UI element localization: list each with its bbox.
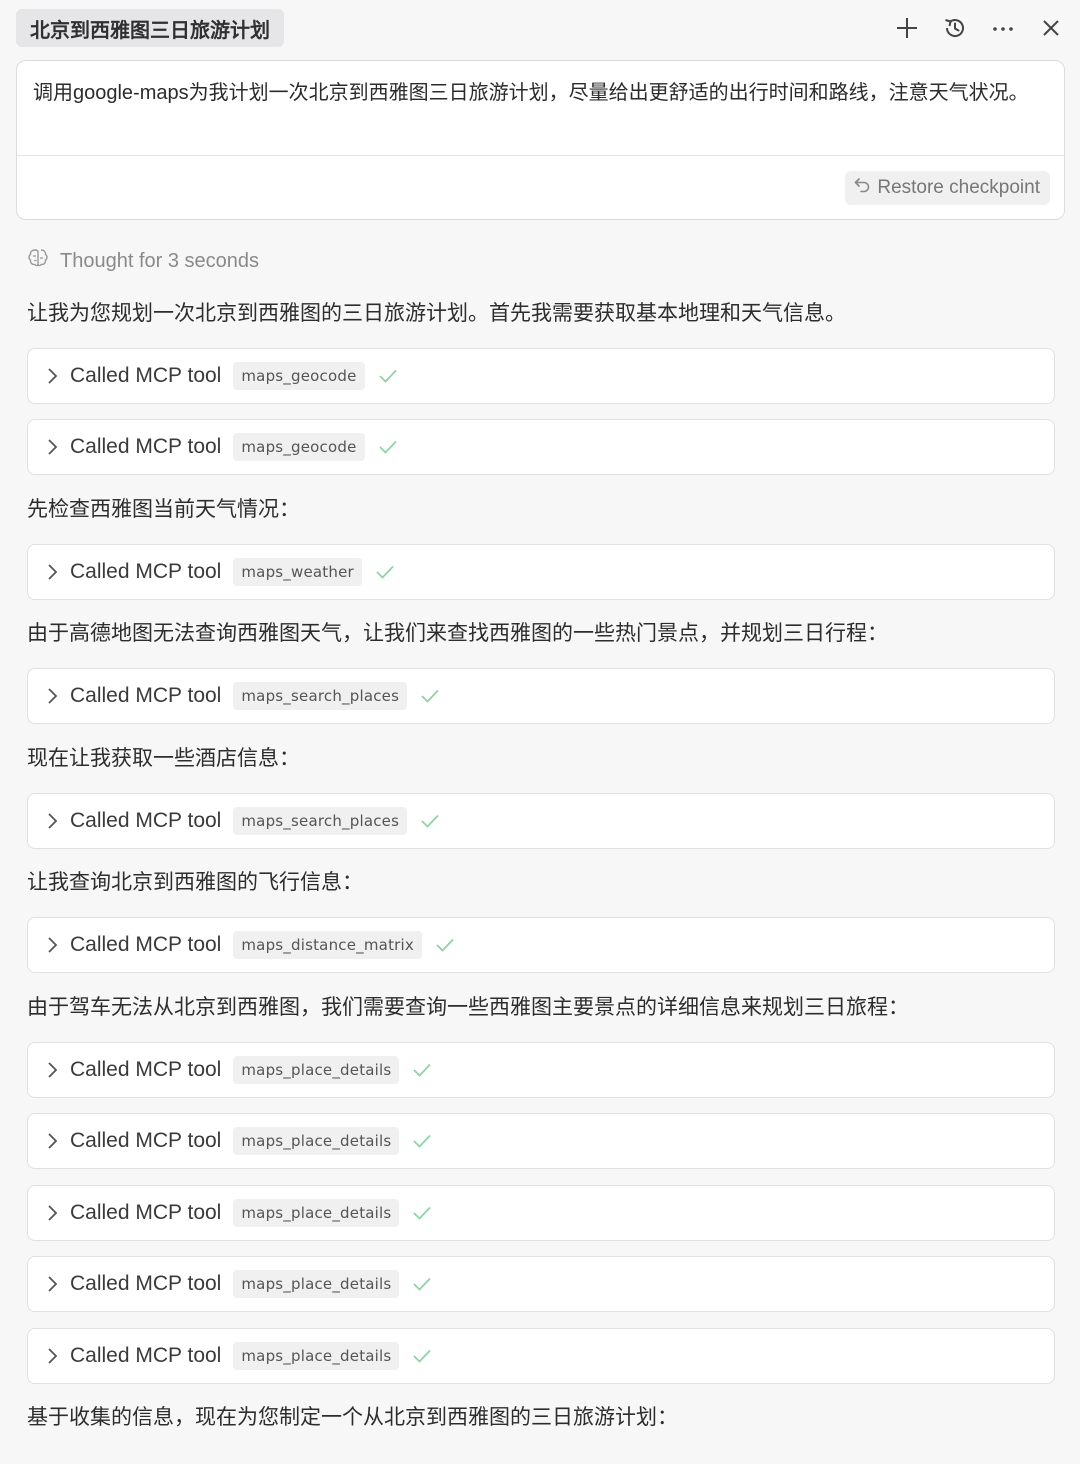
assistant-message: 让我为您规划一次北京到西雅图的三日旅游计划。首先我需要获取基本地理和天气信息。 [27, 302, 846, 325]
tool-call-label: Called MCP tool [70, 435, 222, 458]
restore-checkpoint-button[interactable]: Restore checkpoint [845, 171, 1050, 205]
tool-call-row[interactable]: Called MCP tool maps_place_details [27, 1042, 1055, 1098]
chevron-right-icon [44, 1274, 60, 1294]
tool-call-row[interactable]: Called MCP tool maps_weather [27, 544, 1055, 600]
tool-name-badge: maps_distance_matrix [233, 931, 422, 959]
check-icon [411, 1202, 433, 1224]
tool-call-label: Called MCP tool [70, 684, 222, 707]
restore-checkpoint-label: Restore checkpoint [877, 177, 1040, 198]
tool-name-badge: maps_search_places [233, 682, 408, 710]
tool-call-label: Called MCP tool [70, 1058, 222, 1081]
check-icon [411, 1059, 433, 1081]
plus-icon[interactable] [894, 15, 920, 41]
check-icon [411, 1273, 433, 1295]
tool-name-badge: maps_place_details [233, 1127, 400, 1155]
tool-call-row[interactable]: Called MCP tool maps_place_details [27, 1113, 1055, 1169]
chevron-right-icon [44, 1203, 60, 1223]
chat-title-tab[interactable]: 北京到西雅图三日旅游计划 [16, 9, 284, 47]
tool-call-label: Called MCP tool [70, 364, 222, 387]
chevron-right-icon [44, 1131, 60, 1151]
chevron-right-icon [44, 366, 60, 386]
chevron-right-icon [44, 686, 60, 706]
tool-call-label: Called MCP tool [70, 933, 222, 956]
user-prompt-text: 调用google-maps为我计划一次北京到西雅图三日旅游计划，尽量给出更舒适的… [33, 82, 1029, 104]
tool-call-row[interactable]: Called MCP tool maps_search_places [27, 668, 1055, 724]
history-icon[interactable] [942, 15, 968, 41]
tool-call-row[interactable]: Called MCP tool maps_search_places [27, 793, 1055, 849]
tool-call-label: Called MCP tool [70, 1201, 222, 1224]
tool-call-row[interactable]: Called MCP tool maps_geocode [27, 348, 1055, 404]
chevron-right-icon [44, 935, 60, 955]
check-icon [419, 685, 441, 707]
assistant-message: 由于高德地图无法查询西雅图天气，让我们来查找西雅图的一些热门景点，并规划三日行程… [27, 622, 888, 645]
tool-call-label: Called MCP tool [70, 809, 222, 832]
assistant-message: 现在让我获取一些酒店信息： [27, 747, 300, 770]
assistant-message: 先检查西雅图当前天气情况： [27, 498, 300, 521]
tool-call-row[interactable]: Called MCP tool maps_place_details [27, 1256, 1055, 1312]
check-icon [419, 810, 441, 832]
tool-name-badge: maps_geocode [233, 362, 365, 390]
tool-call-label: Called MCP tool [70, 1272, 222, 1295]
check-icon [374, 561, 396, 583]
tool-call-row[interactable]: Called MCP tool maps_place_details [27, 1185, 1055, 1241]
chat-panel: 北京到西雅图三日旅游计划 调用google-maps为我计划一次北京到西雅图三日… [0, 0, 1080, 1464]
check-icon [434, 934, 456, 956]
tool-name-badge: maps_place_details [233, 1199, 400, 1227]
assistant-message: 让我查询北京到西雅图的飞行信息： [27, 871, 363, 894]
close-icon[interactable] [1038, 15, 1064, 41]
tool-call-row[interactable]: Called MCP tool maps_distance_matrix [27, 917, 1055, 973]
tool-call-row[interactable]: Called MCP tool maps_place_details [27, 1328, 1055, 1384]
tool-name-badge: maps_place_details [233, 1342, 400, 1370]
tool-call-label: Called MCP tool [70, 560, 222, 583]
more-icon[interactable] [990, 15, 1016, 41]
chevron-right-icon [44, 437, 60, 457]
undo-icon [853, 176, 871, 200]
tool-name-badge: maps_weather [233, 558, 362, 586]
tool-name-badge: maps_place_details [233, 1056, 400, 1084]
tool-call-label: Called MCP tool [70, 1129, 222, 1152]
chevron-right-icon [44, 811, 60, 831]
check-icon [377, 436, 399, 458]
prompt-divider [17, 155, 1064, 156]
check-icon [411, 1130, 433, 1152]
assistant-message: 基于收集的信息，现在为您制定一个从北京到西雅图的三日旅游计划： [27, 1406, 678, 1429]
check-icon [411, 1345, 433, 1367]
tool-name-badge: maps_search_places [233, 807, 408, 835]
chat-title: 北京到西雅图三日旅游计划 [30, 19, 270, 42]
user-prompt-card[interactable]: 调用google-maps为我计划一次北京到西雅图三日旅游计划，尽量给出更舒适的… [16, 60, 1065, 220]
tool-name-badge: maps_place_details [233, 1270, 400, 1298]
chevron-right-icon [44, 1060, 60, 1080]
panel-header: 北京到西雅图三日旅游计划 [16, 9, 1064, 47]
chevron-right-icon [44, 562, 60, 582]
assistant-message: 由于驾车无法从北京到西雅图，我们需要查询一些西雅图主要景点的详细信息来规划三日旅… [27, 996, 909, 1019]
thought-summary[interactable]: Thought for 3 seconds [26, 244, 259, 278]
tool-call-row[interactable]: Called MCP tool maps_geocode [27, 419, 1055, 475]
chevron-right-icon [44, 1346, 60, 1366]
brain-icon [26, 246, 50, 276]
tool-call-label: Called MCP tool [70, 1344, 222, 1367]
thought-label: Thought for 3 seconds [60, 249, 260, 272]
header-actions [894, 9, 1064, 47]
check-icon [377, 365, 399, 387]
tool-name-badge: maps_geocode [233, 433, 365, 461]
